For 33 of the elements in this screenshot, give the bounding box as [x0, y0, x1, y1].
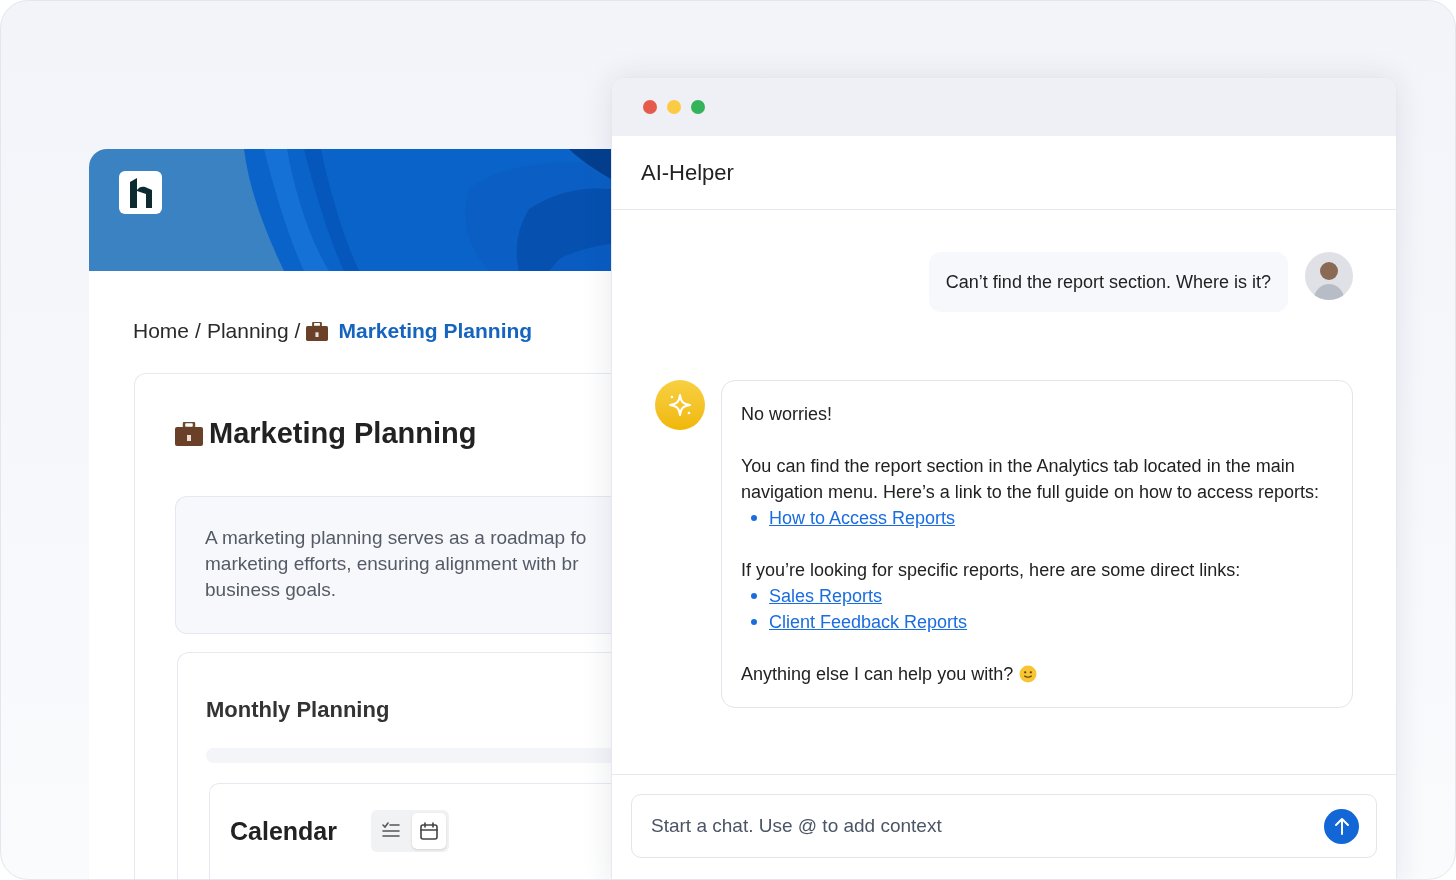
- description-text: marketing efforts, ensuring alignment with br: [205, 551, 580, 576]
- smiley-icon: [1019, 665, 1038, 683]
- chat-title: AI-Helper: [641, 159, 734, 187]
- send-button[interactable]: [1324, 808, 1359, 844]
- help-link[interactable]: Client Feedback Reports: [769, 609, 968, 635]
- breadcrumb-separator: /: [294, 318, 301, 345]
- chat-input-field[interactable]: Start a chat. Use @ to add context: [651, 811, 1324, 841]
- message-text: You can find the report section in the Analytics tab located in the main navigation menu. Here’s a link to the full guide on how to access reports:: [741, 455, 1320, 504]
- user-avatar: [1305, 252, 1353, 300]
- message-text: Anything else I can help you with?: [741, 663, 1014, 686]
- close-button[interactable]: [643, 100, 657, 114]
- calendar-title: Calendar: [230, 815, 337, 847]
- user-message: Can’t find the report section. Where is it?: [928, 252, 1288, 312]
- section-title: Monthly Planning: [206, 695, 391, 724]
- briefcase-icon: [306, 321, 329, 341]
- briefcase-icon: [175, 421, 203, 446]
- help-link[interactable]: How to Access Reports: [769, 505, 956, 531]
- message-text: If you’re looking for specific reports, here are some direct links:: [741, 559, 1242, 582]
- chat-input[interactable]: Start a chat. Use @ to add context: [631, 794, 1377, 858]
- maximize-button[interactable]: [691, 100, 705, 114]
- logo-mark-icon: [129, 177, 152, 208]
- description-text: A marketing planning serves as a roadmap fo: [205, 525, 588, 550]
- help-link[interactable]: Sales Reports: [769, 583, 883, 609]
- description-text: business goals.: [205, 577, 337, 602]
- calendar-icon: [419, 820, 439, 841]
- calendar-view-button[interactable]: [412, 812, 446, 849]
- breadcrumb-link[interactable]: Planning: [206, 315, 289, 347]
- page-title: Marketing Planning: [209, 416, 477, 451]
- breadcrumb-link[interactable]: Marketing Planning: [338, 315, 533, 347]
- breadcrumb-link[interactable]: Home: [133, 315, 190, 347]
- breadcrumb-separator: /: [195, 318, 201, 345]
- message-text: No worries!: [741, 403, 834, 426]
- arrow-up-icon: [1333, 817, 1350, 835]
